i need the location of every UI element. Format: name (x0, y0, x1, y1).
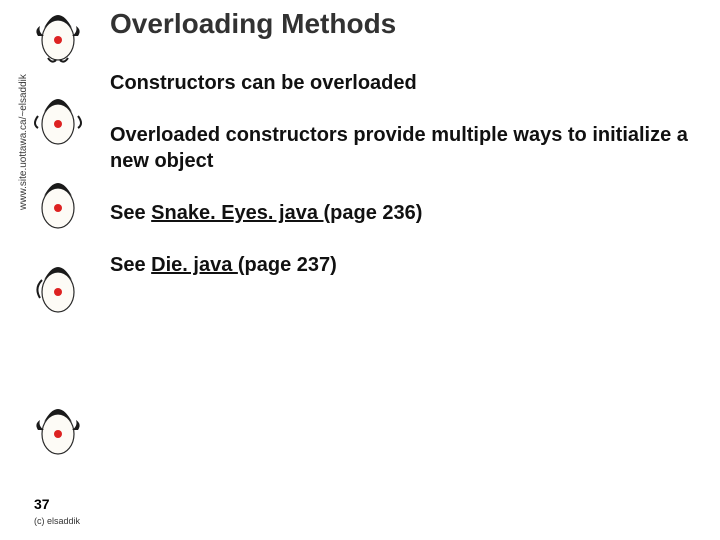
see-prefix: See (110, 254, 151, 276)
page-ref: (page 236) (324, 202, 423, 224)
body-line-1: Constructors can be overloaded (110, 70, 690, 96)
sidebar-url-text: www.site.uottawa.ca/~elsaddik (18, 200, 29, 210)
sidebar-url: www.site.uottawa.ca/~elsaddik (18, 210, 28, 220)
java-duke-icon (34, 174, 82, 234)
page-title: Overloading Methods (110, 8, 396, 40)
slide: Overloading Methods www.site.uottawa.ca/… (0, 0, 720, 540)
java-duke-icon (34, 258, 82, 318)
java-duke-icon (34, 90, 82, 150)
link-snake-eyes-java[interactable]: Snake. Eyes. java (151, 202, 323, 224)
body-line-4: See Die. java (page 237) (110, 252, 690, 278)
java-duke-icon (34, 6, 82, 66)
see-prefix: See (110, 202, 151, 224)
link-die-java[interactable]: Die. java (151, 254, 238, 276)
java-duke-icon (34, 400, 82, 460)
body-line-3: See Snake. Eyes. java (page 236) (110, 200, 690, 226)
page-ref: (page 237) (238, 254, 337, 276)
body-line-2: Overloaded constructors provide multiple… (110, 122, 690, 174)
slide-body: Constructors can be overloaded Overloade… (110, 70, 690, 304)
page-number: 37 (34, 496, 50, 512)
copyright: (c) elsaddik (34, 516, 80, 526)
